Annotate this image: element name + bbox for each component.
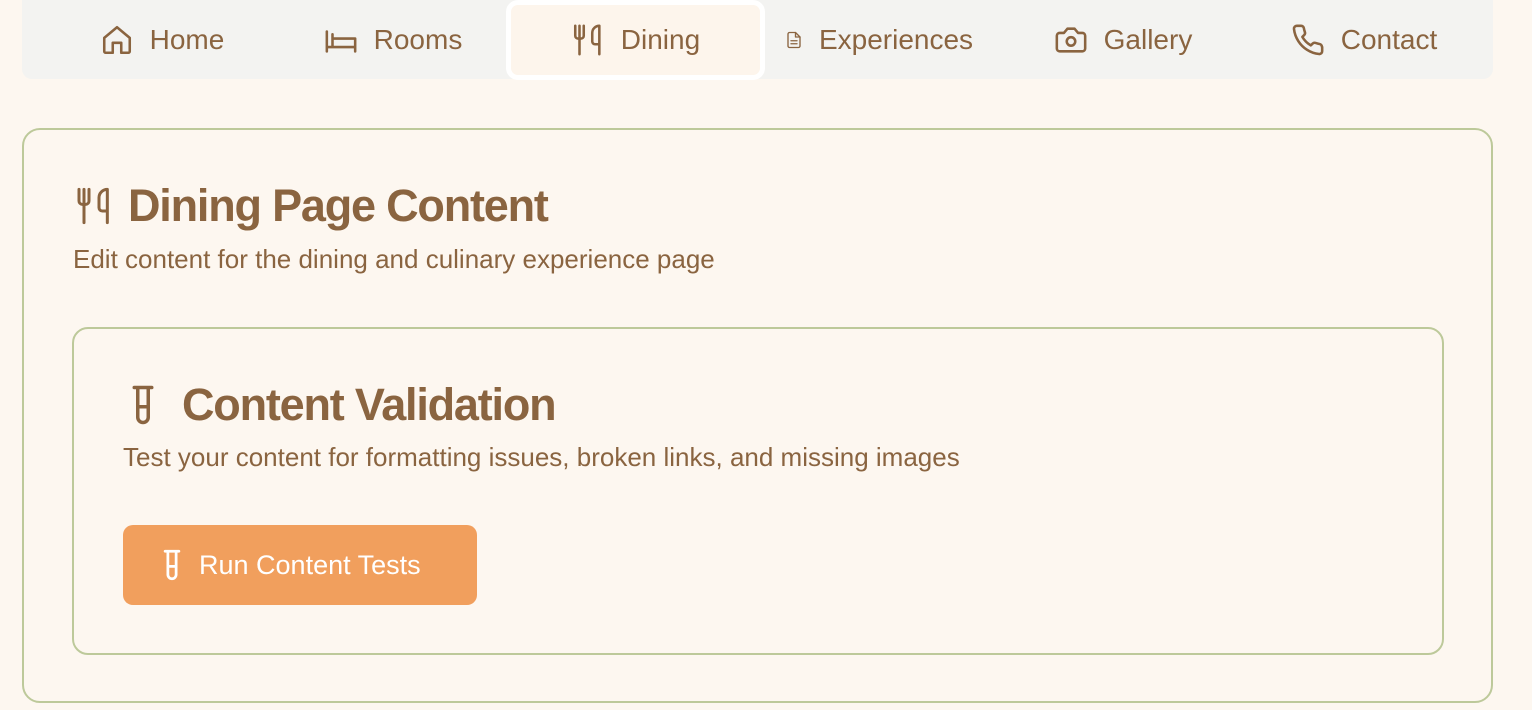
utensils-icon bbox=[573, 24, 601, 56]
bed-icon bbox=[325, 29, 357, 53]
main-nav: Home Rooms Dining Experiences Gallery Co… bbox=[22, 0, 1493, 80]
page-subtitle: Edit content for the dining and culinary… bbox=[73, 244, 715, 274]
tab-experiences-label: Experiences bbox=[818, 23, 974, 55]
tab-dining[interactable]: Dining bbox=[506, 0, 765, 80]
tab-home-label: Home bbox=[149, 23, 225, 55]
tab-contact-label: Contact bbox=[1340, 23, 1438, 55]
tab-rooms[interactable]: Rooms bbox=[318, 0, 468, 79]
content-validation-panel: Content Validation Test your content for… bbox=[72, 327, 1444, 655]
tab-experiences[interactable]: Experiences bbox=[774, 0, 984, 79]
tab-gallery-label: Gallery bbox=[1103, 23, 1193, 55]
tab-dining-label: Dining bbox=[620, 24, 701, 55]
dining-content-card: Dining Page Content Edit content for the… bbox=[22, 128, 1493, 703]
test-tube-icon bbox=[163, 549, 181, 581]
home-icon bbox=[102, 25, 131, 54]
run-content-tests-button[interactable]: Run Content Tests bbox=[123, 525, 477, 605]
page-title: Dining Page Content bbox=[74, 180, 549, 232]
utensils-icon bbox=[77, 187, 109, 225]
tab-gallery[interactable]: Gallery bbox=[1048, 0, 1198, 79]
run-content-tests-label: Run Content Tests bbox=[199, 549, 421, 580]
tab-rooms-label: Rooms bbox=[373, 23, 463, 55]
test-tube-icon bbox=[132, 385, 154, 425]
page-title-text: Dining Page Content bbox=[128, 180, 549, 231]
validation-title: Content Validation bbox=[126, 379, 557, 431]
validation-description: Test your content for formatting issues,… bbox=[123, 442, 960, 472]
phone-icon bbox=[1292, 24, 1324, 55]
document-icon bbox=[787, 31, 801, 48]
tab-home[interactable]: Home bbox=[82, 0, 242, 79]
validation-title-text: Content Validation bbox=[182, 379, 557, 430]
camera-icon bbox=[1055, 26, 1087, 53]
tab-contact[interactable]: Contact bbox=[1284, 0, 1444, 79]
